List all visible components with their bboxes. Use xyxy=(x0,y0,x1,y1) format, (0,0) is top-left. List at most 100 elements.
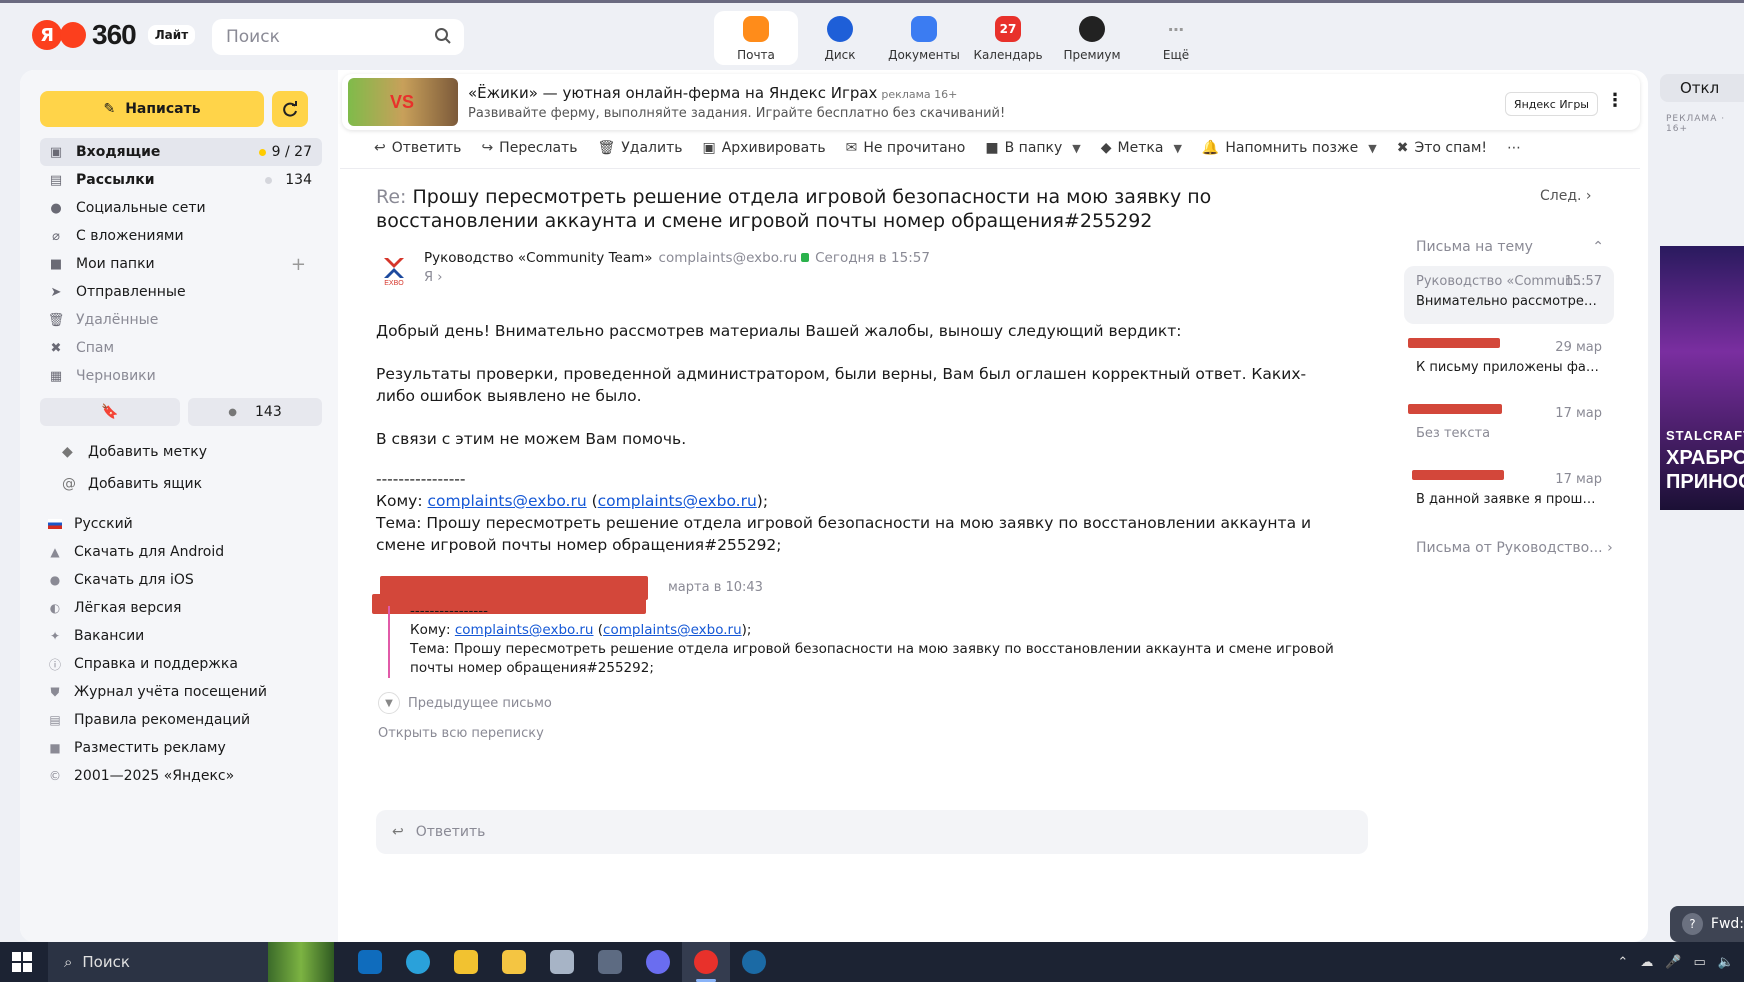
to-email-link-paren[interactable]: complaints@exbo.ru xyxy=(603,622,742,638)
folder-my-folders[interactable]: ■ Мои папки + xyxy=(40,250,322,278)
notes-icon[interactable] xyxy=(538,942,586,982)
link-ios[interactable]: ● Скачать для iOS xyxy=(48,566,267,594)
add-mailbox-button[interactable]: @ Добавить ящик xyxy=(62,468,207,500)
ad-icon: ■ xyxy=(49,741,61,755)
label-icon: ◆ xyxy=(1100,140,1112,156)
previous-message-button[interactable]: ▼ Предыдущее письмо xyxy=(378,692,552,714)
folder-deleted[interactable]: 🗑 Удалённые xyxy=(40,306,322,334)
more-actions-button[interactable]: ⋯ xyxy=(1507,140,1521,156)
ad-banner[interactable]: VS «Ёжики» — уютная онлайн-ферма на Янде… xyxy=(342,74,1640,130)
ad-cta-button[interactable]: Яндекс Игры xyxy=(1504,92,1598,116)
link-advertise[interactable]: ■ Разместить рекламу xyxy=(48,734,267,762)
steam-icon[interactable] xyxy=(730,942,778,982)
topic-text: Прошу пересмотреть решение отдела игрово… xyxy=(410,641,1334,676)
service-calendar[interactable]: 27 Календарь xyxy=(966,11,1050,65)
thread-header[interactable]: Письма на тему ⌃ xyxy=(1404,236,1614,258)
search-icon[interactable] xyxy=(434,27,452,45)
to-email-link[interactable]: complaints@exbo.ru xyxy=(455,622,594,638)
to-label: Кому: xyxy=(376,492,423,510)
refresh-button[interactable] xyxy=(272,91,308,127)
folder-newsletters[interactable]: ▤ Рассылки 134 xyxy=(40,166,322,194)
service-more[interactable]: ⋯ Ещё xyxy=(1134,11,1218,65)
link-help[interactable]: ⓘ Справка и поддержка xyxy=(48,650,267,678)
forward-button[interactable]: ↪ Переслать xyxy=(481,140,577,156)
side-ad-banner[interactable]: STALCRAFT ХРАБРОС ПРИНОСИ xyxy=(1660,246,1744,510)
taskbar-search[interactable]: ⌕ Поиск xyxy=(48,942,334,982)
folder-icon: ■ xyxy=(49,256,63,272)
calculator-icon[interactable] xyxy=(586,942,634,982)
service-disk[interactable]: Диск xyxy=(798,11,882,65)
unread-dot-icon: ● xyxy=(228,406,237,418)
link-light-version[interactable]: ◐ Лёгкая версия xyxy=(48,594,267,622)
quick-reply-field[interactable]: ↩ Ответить xyxy=(376,810,1368,854)
folder-drafts[interactable]: ▦ Черновики xyxy=(40,362,322,390)
to-email-link-paren[interactable]: complaints@exbo.ru xyxy=(598,492,757,510)
folder-spam[interactable]: ✖ Спам xyxy=(40,334,322,362)
topic-line: Тема: Прошу пересмотреть решение отдела … xyxy=(376,512,1326,556)
sender-avatar[interactable]: EXBO xyxy=(378,254,410,286)
fwd-chip[interactable]: ? Fwd: xyxy=(1670,906,1744,942)
remind-later-button[interactable]: 🔔 Напомнить позже ▼ xyxy=(1202,140,1377,156)
service-mail[interactable]: Почта xyxy=(714,11,798,65)
mark-unread-button[interactable]: ✉ Не прочитано xyxy=(846,140,966,156)
link-copyright[interactable]: © 2001—2025 «Яндекс» xyxy=(48,762,267,790)
move-folder-button[interactable]: ■ В папку ▼ xyxy=(985,140,1080,156)
disable-ads-button[interactable]: Откл xyxy=(1660,74,1744,102)
yandex-browser-icon[interactable] xyxy=(682,942,730,982)
discord-icon[interactable] xyxy=(634,942,682,982)
link-visit-log[interactable]: ⛊ Журнал учёта посещений xyxy=(48,678,266,706)
forward-icon: ↪ xyxy=(481,140,494,156)
recipients-toggle[interactable]: Я › xyxy=(424,270,442,285)
monitor-icon[interactable]: ▭ xyxy=(1694,955,1706,970)
folder-social[interactable]: ● Социальные сети xyxy=(40,194,322,222)
yandex360-logo[interactable]: Я 360 Лайт xyxy=(32,19,196,51)
sender-letters-link[interactable]: Письма от Руководство... › xyxy=(1404,540,1614,556)
volume-icon[interactable]: 🔈 xyxy=(1718,955,1734,970)
thread-item[interactable]: 17 мар Без текста xyxy=(1404,398,1614,456)
windows-start-icon[interactable] xyxy=(12,952,32,972)
network-icon[interactable]: ☁ xyxy=(1640,955,1653,970)
link-rules[interactable]: ▤ Правила рекомендаций xyxy=(48,706,267,734)
label-button[interactable]: ◆ Метка ▼ xyxy=(1101,140,1182,156)
thread-item[interactable]: 29 мар К письму приложены файлы ... xyxy=(1404,332,1614,390)
explorer-icon[interactable] xyxy=(490,942,538,982)
chevron-up-icon[interactable]: ⌃ xyxy=(1617,955,1628,970)
thread-item[interactable]: Руководство «Commun... 15:57 Внимательно… xyxy=(1404,266,1614,324)
delete-button[interactable]: 🗑 Удалить xyxy=(597,140,682,156)
reply-icon: ↩ xyxy=(392,824,404,840)
folder-inbox[interactable]: ▣ Входящие 9 / 27 xyxy=(40,138,322,166)
link-label: Лёгкая версия xyxy=(74,600,182,616)
next-message-button[interactable]: След. › xyxy=(1540,188,1592,204)
app-spark-icon[interactable] xyxy=(442,942,490,982)
search-input[interactable]: Поиск xyxy=(212,19,464,55)
archive-button[interactable]: ▣ Архивировать xyxy=(702,140,825,156)
folder-attachments[interactable]: ⌀ С вложениями xyxy=(40,222,322,250)
folder-sent[interactable]: ➤ Отправленные xyxy=(40,278,322,306)
ad-menu-icon[interactable]: ⋮ xyxy=(1606,90,1624,111)
add-folder-icon[interactable]: + xyxy=(291,254,306,275)
to-email-link[interactable]: complaints@exbo.ru xyxy=(428,492,587,510)
outlook-icon[interactable] xyxy=(346,942,394,982)
thread-item[interactable]: 17 мар В данной заявке я прошу вос... xyxy=(1404,464,1614,522)
body-paragraph: Добрый день! Внимательно рассмотрев мате… xyxy=(376,322,1182,340)
mail-icon xyxy=(743,16,769,42)
reply-button[interactable]: ↩ Ответить xyxy=(374,140,461,156)
compose-button[interactable]: ✎ Написать xyxy=(40,91,264,127)
report-spam-button[interactable]: ✖ Это спам! xyxy=(1397,140,1487,156)
open-thread-link[interactable]: Открыть всю переписку xyxy=(378,726,544,741)
unread-filter[interactable]: ● 143 xyxy=(188,398,322,426)
folder-label: Удалённые xyxy=(76,312,159,328)
sender-name[interactable]: Руководство «Community Team» xyxy=(424,250,653,266)
add-label-button[interactable]: ◆ Добавить метку xyxy=(62,436,207,468)
link-jobs[interactable]: ✦ Вакансии xyxy=(48,622,267,650)
sender-email[interactable]: complaints@exbo.ru xyxy=(659,250,798,266)
link-language[interactable]: Русский xyxy=(48,510,267,538)
microphone-icon[interactable]: 🎤 xyxy=(1665,955,1681,970)
service-premium[interactable]: Премиум xyxy=(1050,11,1134,65)
service-documents[interactable]: Документы xyxy=(882,11,966,65)
bookmark-filter[interactable]: 🔖 xyxy=(40,398,180,426)
search-icon: ⌕ xyxy=(64,953,73,971)
link-android[interactable]: ▲ Скачать для Android xyxy=(48,538,267,566)
telegram-icon[interactable] xyxy=(394,942,442,982)
toolbar-divider xyxy=(340,168,1640,169)
